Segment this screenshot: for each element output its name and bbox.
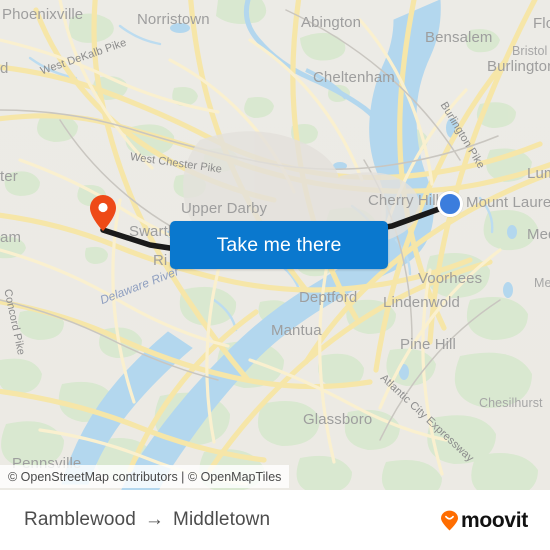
moovit-pin-icon bbox=[440, 510, 458, 530]
trip-origin: Ramblewood bbox=[24, 509, 136, 530]
take-me-there-button[interactable]: Take me there bbox=[170, 221, 388, 269]
attribution-text: © OpenStreetMap contributors | © OpenMap… bbox=[8, 469, 282, 484]
footer-bar: Ramblewood → Middletown moovit bbox=[0, 490, 550, 550]
moovit-wordmark: moovit bbox=[460, 508, 528, 532]
map-attribution[interactable]: © OpenStreetMap contributors | © OpenMap… bbox=[0, 465, 290, 488]
moovit-logo[interactable]: moovit bbox=[440, 510, 528, 531]
origin-marker-pin-icon[interactable] bbox=[89, 194, 117, 232]
trip-destination: Middletown bbox=[173, 509, 271, 530]
map-viewport[interactable]: Phoenixville Norristown Abington Bensalem Fl… bbox=[0, 0, 550, 490]
arrow-right-icon: → bbox=[144, 509, 165, 530]
moovit-trip-map-screen: Phoenixville Norristown Abington Bensalem Fl… bbox=[0, 0, 550, 550]
trip-title: Ramblewood → Middletown bbox=[24, 509, 270, 531]
destination-marker-dot-icon[interactable] bbox=[437, 191, 463, 217]
